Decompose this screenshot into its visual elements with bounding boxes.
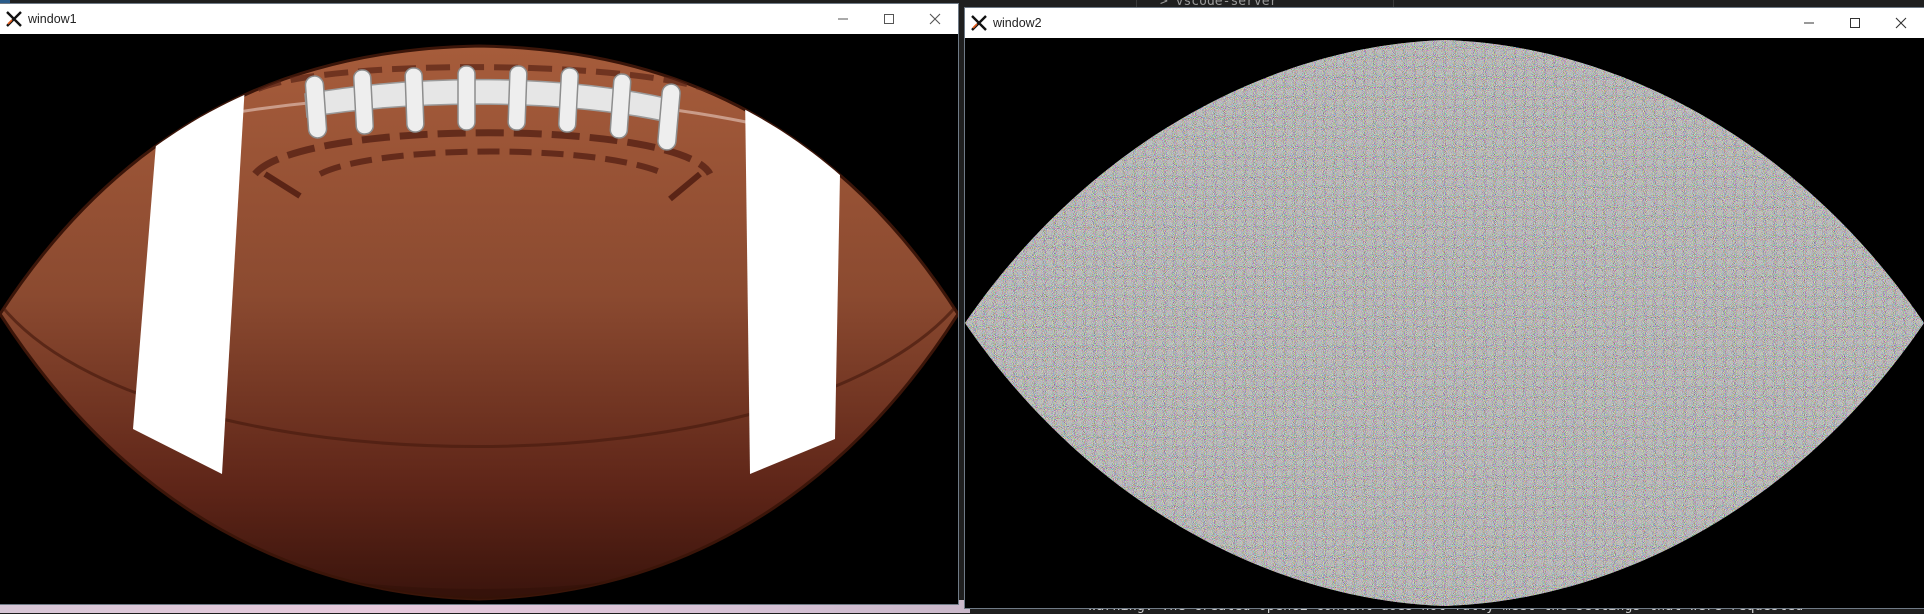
- title-bar[interactable]: window2: [965, 8, 1924, 38]
- maximize-icon: [884, 14, 894, 24]
- render-area[interactable]: [0, 34, 958, 604]
- minimize-icon: [1804, 22, 1814, 24]
- x-window-icon: [6, 11, 22, 27]
- minimize-button[interactable]: [820, 4, 866, 34]
- window-1[interactable]: window1: [0, 4, 958, 604]
- x-window-icon: [971, 15, 987, 31]
- window-title: window1: [28, 12, 77, 26]
- title-bar[interactable]: window1: [0, 4, 958, 34]
- maximize-button[interactable]: [1832, 8, 1878, 38]
- close-icon: [1895, 17, 1907, 29]
- right-stripe: [745, 94, 840, 474]
- window-title: window2: [993, 16, 1042, 30]
- minimize-icon: [838, 18, 848, 20]
- window-controls: [1786, 8, 1924, 38]
- minimize-button[interactable]: [1786, 8, 1832, 38]
- window-controls: [820, 4, 958, 34]
- close-button[interactable]: [1878, 8, 1924, 38]
- maximize-button[interactable]: [866, 4, 912, 34]
- terminal-divider: [1136, 0, 1137, 8]
- window-2[interactable]: window2: [965, 8, 1924, 608]
- close-icon: [929, 13, 941, 25]
- noise-football-image: [965, 38, 1924, 608]
- football-image: [0, 44, 958, 601]
- maximize-icon: [1850, 18, 1860, 28]
- render-area[interactable]: [965, 38, 1924, 608]
- terminal-divider: [1393, 0, 1394, 8]
- close-button[interactable]: [912, 4, 958, 34]
